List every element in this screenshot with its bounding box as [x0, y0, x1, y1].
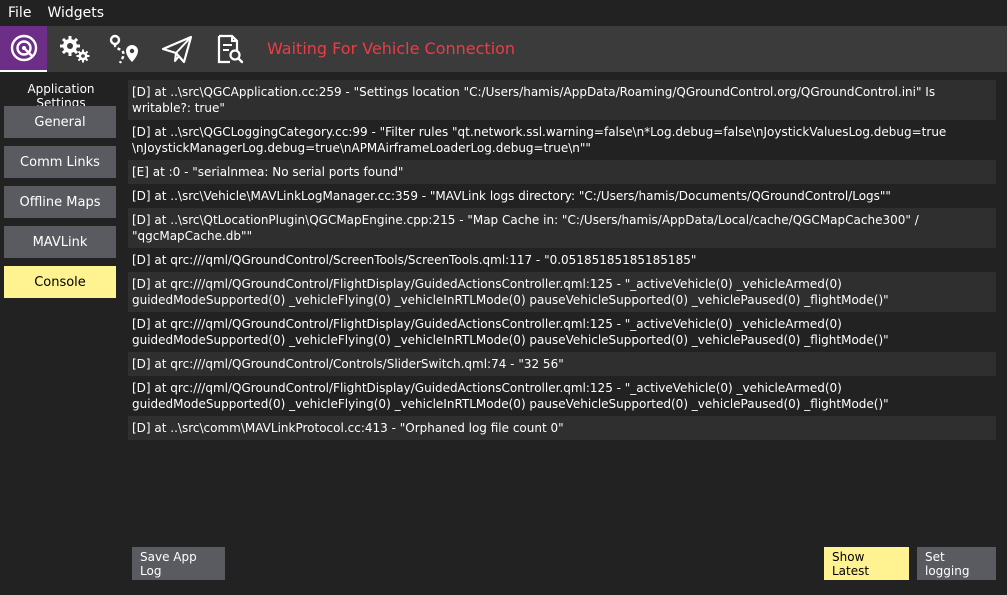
analyze-button[interactable]: [206, 26, 252, 72]
show-latest-button[interactable]: Show Latest: [824, 547, 909, 580]
set-logging-button[interactable]: Set logging: [917, 547, 996, 580]
qgc-logo-icon: [9, 33, 39, 63]
log-line: [D] at ..\src\QtLocationPlugin\QGCMapEng…: [128, 208, 996, 248]
menu-bar: File Widgets: [0, 0, 1007, 26]
log-line: [D] at ..\src\Vehicle\MAVLinkLogManager.…: [132, 189, 891, 203]
log-line: [D] at qrc:///qml/QGroundControl/ScreenT…: [132, 253, 697, 267]
menu-file[interactable]: File: [0, 0, 39, 26]
menu-widgets[interactable]: Widgets: [39, 0, 112, 26]
sidebar-item-console[interactable]: Console: [4, 266, 116, 298]
save-app-log-button[interactable]: Save App Log: [132, 547, 225, 580]
log-line: [D] at qrc:///qml/QGroundControl/Control…: [128, 352, 996, 376]
log-line: [D] at qrc:///qml/QGroundControl/FlightD…: [132, 317, 889, 347]
plan-button[interactable]: [102, 26, 148, 72]
log-line: [E] at :0 - "serialnmea: No serial ports…: [128, 160, 996, 184]
settings-button[interactable]: [52, 26, 98, 72]
fly-button[interactable]: [154, 26, 200, 72]
sidebar-item-mavlink[interactable]: MAVLink: [4, 226, 116, 258]
vehicle-status-text: Waiting For Vehicle Connection: [267, 39, 516, 58]
main-toolbar: Waiting For Vehicle Connection: [0, 26, 1007, 72]
qgc-logo-button[interactable]: [0, 26, 47, 72]
log-line: [D] at ..\src\comm\MAVLinkProtocol.cc:41…: [128, 416, 996, 440]
log-line: [D] at qrc:///qml/QGroundControl/FlightD…: [128, 272, 996, 312]
sidebar-item-comm-links[interactable]: Comm Links: [4, 146, 116, 178]
log-line: [D] at ..\src\QGCLoggingCategory.cc:99 -…: [132, 125, 947, 155]
log-line: [D] at qrc:///qml/QGroundControl/FlightD…: [132, 381, 889, 411]
sidebar-item-offline-maps[interactable]: Offline Maps: [4, 186, 116, 218]
console-log-list[interactable]: [D] at ..\src\QGCApplication.cc:259 - "S…: [128, 80, 998, 460]
sidebar-item-general[interactable]: General: [4, 106, 116, 138]
gears-icon: [58, 34, 92, 64]
analyze-icon: [213, 33, 245, 65]
log-line: [D] at ..\src\QGCApplication.cc:259 - "S…: [128, 80, 996, 120]
plan-route-icon: [108, 33, 142, 65]
paper-plane-icon: [160, 34, 194, 64]
